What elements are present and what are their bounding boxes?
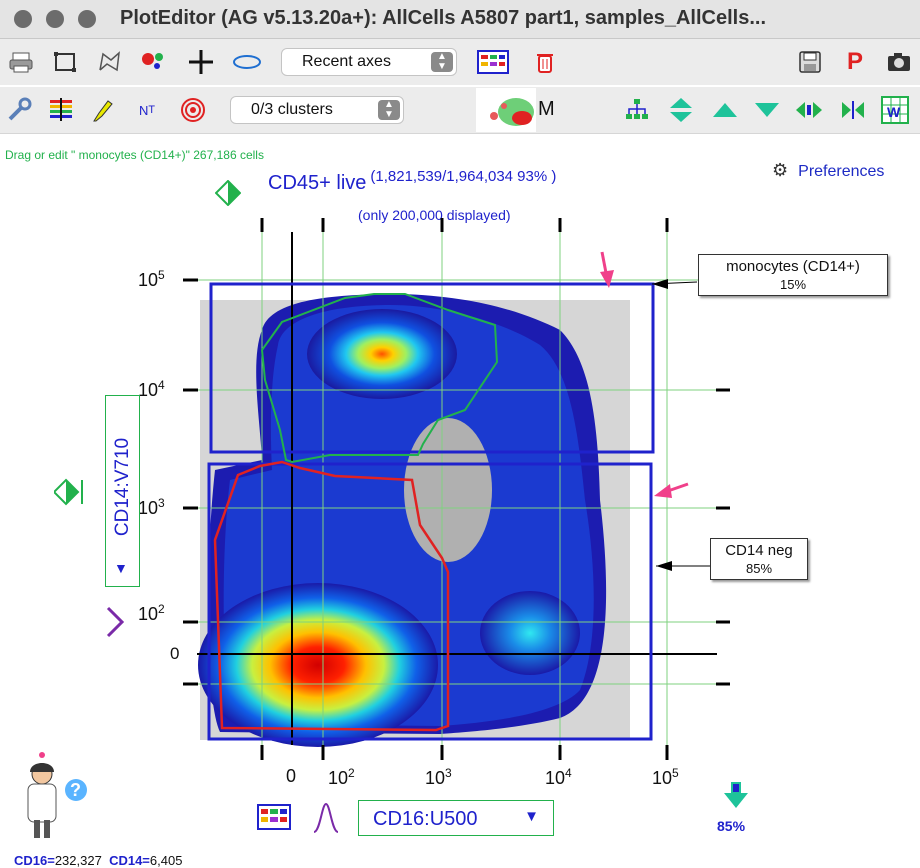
histogram-peak-icon[interactable] [312,802,340,839]
cursor-readout: CD16=232,327 CD14=6,405 [14,853,182,868]
y-tick-label: 102 [138,602,165,624]
x-tick-label: 0 [286,766,297,786]
gate-percent: 85% [745,561,773,576]
pink-arrow-icon [654,482,689,498]
x-tick-label: 104 [545,766,572,788]
dropdown-triangle-icon: ▼ [114,560,128,576]
x-tick-label: 103 [425,766,452,788]
x-axis-parameter-select[interactable]: CD16:U500 ▼ [358,800,554,836]
y-diamond-toggle-icon[interactable] [52,478,84,511]
cd16-label: CD16= [14,853,55,868]
monocytes-gate-label[interactable]: monocytes (CD14+) 15% [698,254,888,296]
x-tick-label: 102 [328,766,355,788]
cd14-value: 6,405 [149,853,183,868]
y-tick-label: 104 [138,378,165,400]
y-tick-label: 103 [138,496,165,518]
y-axis-label: CD14:V710 [112,437,133,537]
layout-table-icon[interactable] [257,804,291,835]
cd16-value: 232,327 [54,853,102,868]
gate-name: monocytes (CD14+) [726,258,860,275]
y-transform-icon[interactable] [104,604,126,645]
down-arrow-icon[interactable] [723,780,749,815]
cd14-neg-gate-label[interactable]: CD14 neg 85% [710,538,808,580]
x-tick-label: 105 [652,766,679,788]
dropdown-triangle-icon: ▼ [524,808,539,825]
y-tick-label: 105 [138,268,165,290]
doctor-avatar-icon[interactable]: ? [14,752,94,853]
pointer-arrowhead [656,561,672,571]
gate-percent: 15% [779,277,807,292]
cd14-label: CD14= [109,853,150,868]
gate-name: CD14 neg [725,542,793,559]
x-percent-label: 85% [717,818,746,834]
density-cloud [198,294,607,747]
y-tick-label: 0 [170,644,180,663]
svg-text:?: ? [70,780,81,800]
x-axis-label: CD16:U500 [373,808,478,830]
y-axis-parameter-select[interactable]: CD14:V710 ▼ [105,395,140,587]
